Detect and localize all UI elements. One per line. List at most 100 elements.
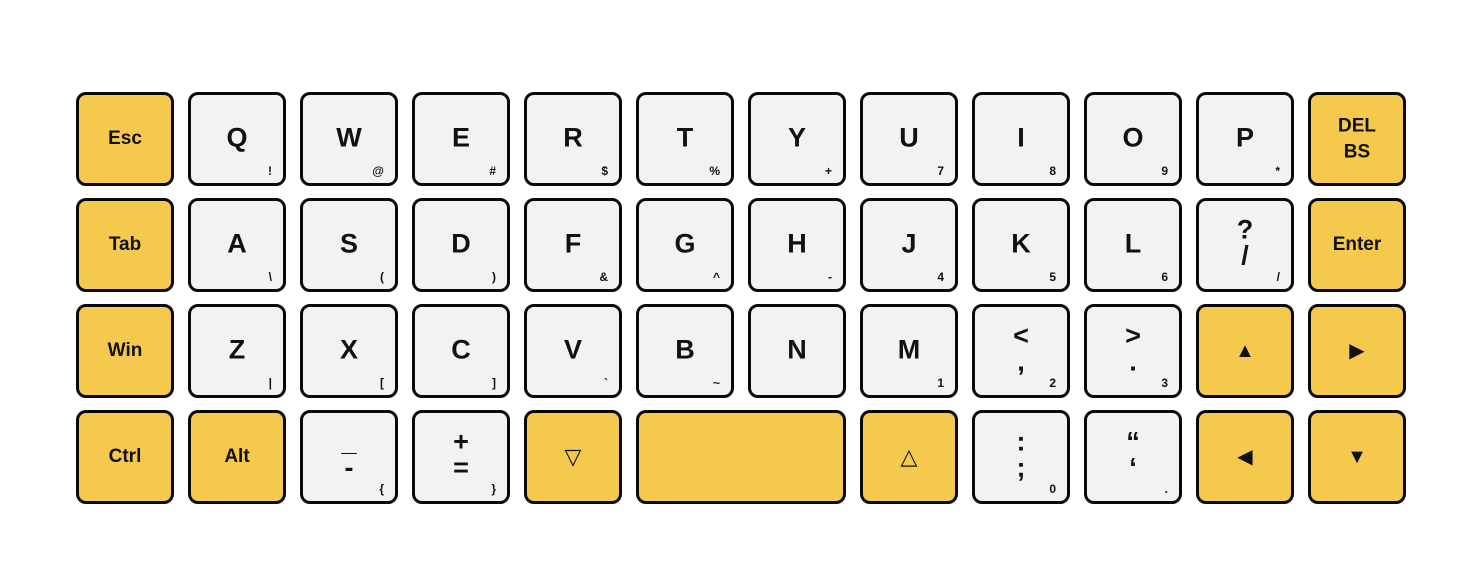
key-less-comma[interactable]: <, 2	[972, 304, 1070, 398]
key-label-line: :	[1016, 426, 1026, 457]
key-del-bs[interactable]: DEL BS	[1308, 92, 1406, 186]
key-label-line: ▼	[1347, 446, 1367, 468]
key-alt[interactable]: Alt	[188, 410, 286, 504]
key-label-line: V	[563, 334, 582, 365]
keyboard-layout: Esc Q! W @ E # R $ T% Y + U 7 I 8 O 9 P * DEL BS Tab A \ S(D) F & G…	[0, 0, 1484, 582]
key-shift-symbol: ]	[492, 376, 496, 390]
key-label-line: A	[227, 228, 247, 259]
key-enter[interactable]: Enter	[1308, 198, 1406, 292]
key-shift-symbol: 0	[1049, 482, 1056, 496]
key-n[interactable]: N	[748, 304, 846, 398]
key-b[interactable]: B ~	[636, 304, 734, 398]
key-h[interactable]: H-	[748, 198, 846, 292]
key-label-line: E	[451, 122, 470, 153]
key-f[interactable]: F &	[524, 198, 622, 292]
key-label-line: <	[1013, 320, 1029, 351]
key-label-line: G	[674, 228, 696, 259]
key-label-line: T	[676, 122, 694, 153]
key-label: V	[527, 336, 619, 363]
key-label-line: ?	[1236, 214, 1254, 245]
key-underscore-minus[interactable]: _ -{	[300, 410, 398, 504]
key-u[interactable]: U7	[860, 92, 958, 186]
key-label-line: Enter	[1332, 234, 1382, 256]
key-tab[interactable]: Tab	[76, 198, 174, 292]
key-label-line: ▶	[1349, 340, 1365, 362]
key-label: Ctrl	[79, 444, 171, 470]
key-label: C	[415, 336, 507, 363]
key-label-line: M	[897, 334, 921, 365]
key-g[interactable]: G ^	[636, 198, 734, 292]
key-e[interactable]: E #	[412, 92, 510, 186]
key-label-line: △	[900, 444, 918, 469]
key-label: D	[415, 230, 507, 257]
key-shift-symbol: \	[268, 270, 272, 284]
key-k[interactable]: K5	[972, 198, 1070, 292]
key-a[interactable]: A \	[188, 198, 286, 292]
key-plus-equals[interactable]: + =}	[412, 410, 510, 504]
key-c[interactable]: C]	[412, 304, 510, 398]
key-q[interactable]: Q!	[188, 92, 286, 186]
key-y[interactable]: Y +	[748, 92, 846, 186]
key-z[interactable]: Z |	[188, 304, 286, 398]
key-raise-layer[interactable]: △	[860, 410, 958, 504]
key-shift-symbol: *	[1275, 164, 1280, 178]
key-label: X	[303, 336, 395, 363]
key-r[interactable]: R $	[524, 92, 622, 186]
key-label-line: Y	[787, 122, 806, 153]
key-label-line: P	[1235, 122, 1254, 153]
key-shift-symbol: {	[379, 482, 384, 496]
key-arrow-right[interactable]: ▶	[1308, 304, 1406, 398]
key-space[interactable]	[636, 410, 846, 504]
key-label: :;	[975, 426, 1067, 480]
key-label: A	[191, 230, 283, 257]
key-greater-period[interactable]: >. 3	[1084, 304, 1182, 398]
key-shift-symbol: !	[268, 164, 272, 178]
key-v[interactable]: V `	[524, 304, 622, 398]
key-shift-symbol: +	[824, 164, 832, 178]
key-label: O	[1087, 124, 1179, 151]
key-esc[interactable]: Esc	[76, 92, 174, 186]
key-d[interactable]: D)	[412, 198, 510, 292]
key-x[interactable]: X[	[300, 304, 398, 398]
key-quote[interactable]: “‘.	[1084, 410, 1182, 504]
key-label-line: BS	[1343, 141, 1371, 162]
key-shift-symbol: |	[268, 376, 272, 390]
key-label-line: Z	[228, 334, 246, 365]
key-shift-symbol: 3	[1161, 376, 1168, 390]
key-label: H	[751, 230, 843, 257]
key-arrow-up[interactable]: ▲	[1196, 304, 1294, 398]
key-label: B	[639, 336, 731, 363]
triangle-down-outline-icon: ▽	[527, 446, 619, 468]
key-l[interactable]: L6	[1084, 198, 1182, 292]
arrow-up-icon: ▲	[1199, 341, 1291, 361]
key-o[interactable]: O9	[1084, 92, 1182, 186]
key-j[interactable]: J4	[860, 198, 958, 292]
key-w[interactable]: W @	[300, 92, 398, 186]
key-t[interactable]: T%	[636, 92, 734, 186]
key-colon-semicolon[interactable]: :; 0	[972, 410, 1070, 504]
key-label: P	[1199, 124, 1291, 151]
key-shift-symbol: 9	[1161, 164, 1168, 178]
key-label-line: ,	[1017, 345, 1025, 376]
key-question-slash[interactable]: ? / /	[1196, 198, 1294, 292]
key-p[interactable]: P *	[1196, 92, 1294, 186]
key-lower-layer[interactable]: ▽	[524, 410, 622, 504]
key-win[interactable]: Win	[76, 304, 174, 398]
key-label: ? /	[1199, 214, 1291, 268]
key-i[interactable]: I8	[972, 92, 1070, 186]
key-label: R	[527, 124, 619, 151]
key-label-line: ◀	[1237, 446, 1253, 468]
key-shift-symbol: 7	[937, 164, 944, 178]
key-shift-symbol: 5	[1049, 270, 1056, 284]
key-arrow-down[interactable]: ▼	[1308, 410, 1406, 504]
key-s[interactable]: S(	[300, 198, 398, 292]
arrow-down-icon: ▼	[1311, 447, 1403, 467]
key-shift-symbol: (	[380, 270, 384, 284]
key-m[interactable]: M1	[860, 304, 958, 398]
key-label-line: =	[453, 451, 469, 482]
key-ctrl[interactable]: Ctrl	[76, 410, 174, 504]
key-shift-symbol: $	[601, 164, 608, 178]
key-shift-symbol: )	[492, 270, 496, 284]
key-arrow-left[interactable]: ◀	[1196, 410, 1294, 504]
key-label-line: Alt	[224, 446, 250, 468]
